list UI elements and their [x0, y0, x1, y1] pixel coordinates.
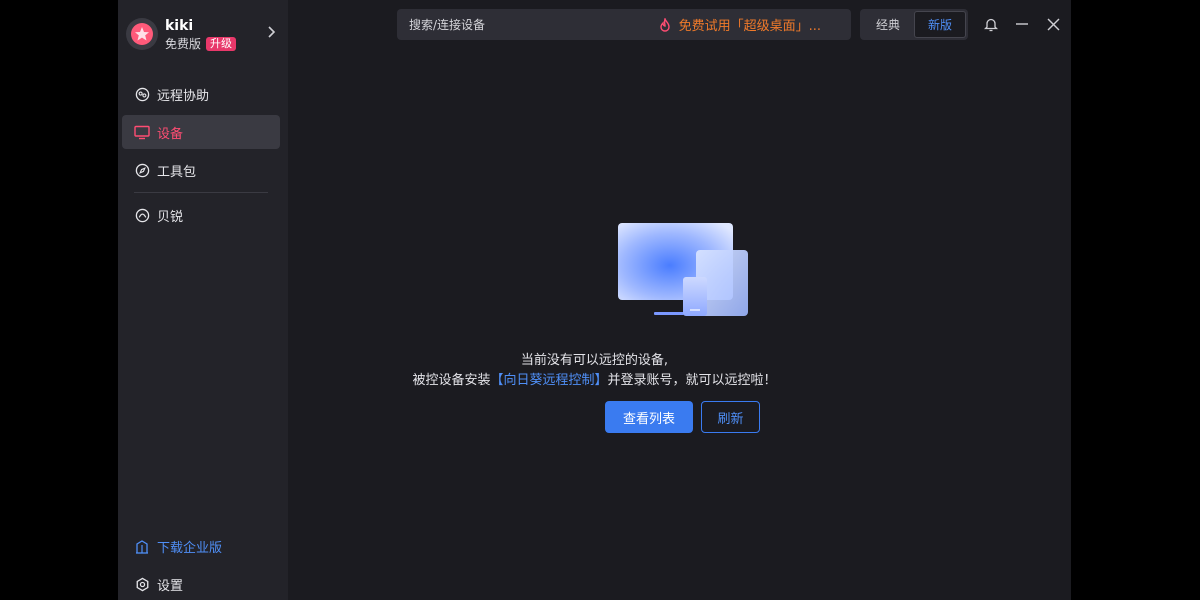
close-icon[interactable] — [1043, 14, 1063, 34]
sidebar-item-label: 设备 — [157, 126, 184, 142]
view-list-button[interactable]: 查看列表 — [605, 401, 693, 433]
plan-row: 免费版 升级 — [165, 36, 237, 51]
upgrade-badge[interactable]: 升级 — [206, 36, 237, 51]
hint-suffix: 并登录账号，就可以远控啦！ — [607, 373, 777, 388]
hint-prefix: 被控设备安装 — [412, 373, 491, 388]
devices-illustration — [616, 220, 752, 320]
download-enterprise-link[interactable]: 下载企业版 — [122, 529, 280, 563]
empty-state-message: 当前没有可以远控的设备, — [520, 353, 669, 368]
sidebar-item-label: 远程协助 — [157, 88, 210, 104]
sidebar-item-remote-assist[interactable]: 远程协助 — [122, 77, 280, 111]
sidebar-item-toolkit[interactable]: 工具包 — [122, 153, 280, 187]
search-input[interactable]: 搜索/连接设备 — [409, 16, 485, 33]
avatar[interactable] — [126, 18, 158, 50]
plan-label: 免费版 — [165, 36, 202, 51]
compass-icon — [134, 162, 150, 178]
sidebar-divider — [134, 192, 268, 193]
chevron-right-icon[interactable] — [266, 26, 276, 41]
empty-state-hint: 被控设备安装【向日葵远程控制】并登录账号，就可以远控啦！ — [118, 369, 1071, 388]
app-window: kiki 免费版 升级 远程协助 设备 工具包 贝锐 下载企业版 设置 搜索/连… — [118, 0, 1071, 600]
profile-info: kiki 免费版 升级 — [165, 17, 237, 51]
settings-link[interactable]: 设置 — [122, 567, 280, 600]
gear-icon — [134, 576, 150, 592]
promo-banner[interactable]: 免费试用「超级桌面」... — [659, 9, 821, 40]
search-bar[interactable]: 搜索/连接设备 免费试用「超级桌面」... — [397, 9, 851, 40]
sidebar-item-devices[interactable]: 设备 — [122, 115, 280, 149]
version-switch: 经典 新版 — [860, 9, 968, 40]
bell-icon[interactable] — [981, 14, 1001, 34]
profile-card[interactable]: kiki 免费版 升级 — [126, 16, 282, 52]
promo-text: 免费试用「超级桌面」... — [678, 19, 821, 34]
fire-icon — [659, 17, 671, 32]
username: kiki — [165, 17, 194, 34]
sidebar-item-label: 贝锐 — [157, 209, 184, 225]
download-enterprise-label: 下载企业版 — [157, 540, 223, 556]
settings-label: 设置 — [157, 578, 184, 594]
monitor-icon — [134, 124, 150, 140]
sidebar: kiki 免费版 升级 远程协助 设备 工具包 贝锐 下载企业版 设置 — [118, 0, 288, 600]
building-icon — [134, 538, 150, 554]
classic-version-button[interactable]: 经典 — [862, 11, 914, 38]
oray-icon — [134, 207, 150, 223]
minimize-icon[interactable] — [1012, 14, 1032, 34]
remote-assist-icon — [134, 86, 150, 102]
sidebar-item-label: 工具包 — [157, 164, 197, 180]
star-avatar-icon — [131, 23, 153, 45]
sunlogin-link[interactable]: 【向日葵远程控制】 — [490, 373, 607, 388]
refresh-button[interactable]: 刷新 — [701, 401, 760, 433]
sidebar-item-oray[interactable]: 贝锐 — [122, 198, 280, 232]
new-version-button[interactable]: 新版 — [914, 11, 966, 38]
